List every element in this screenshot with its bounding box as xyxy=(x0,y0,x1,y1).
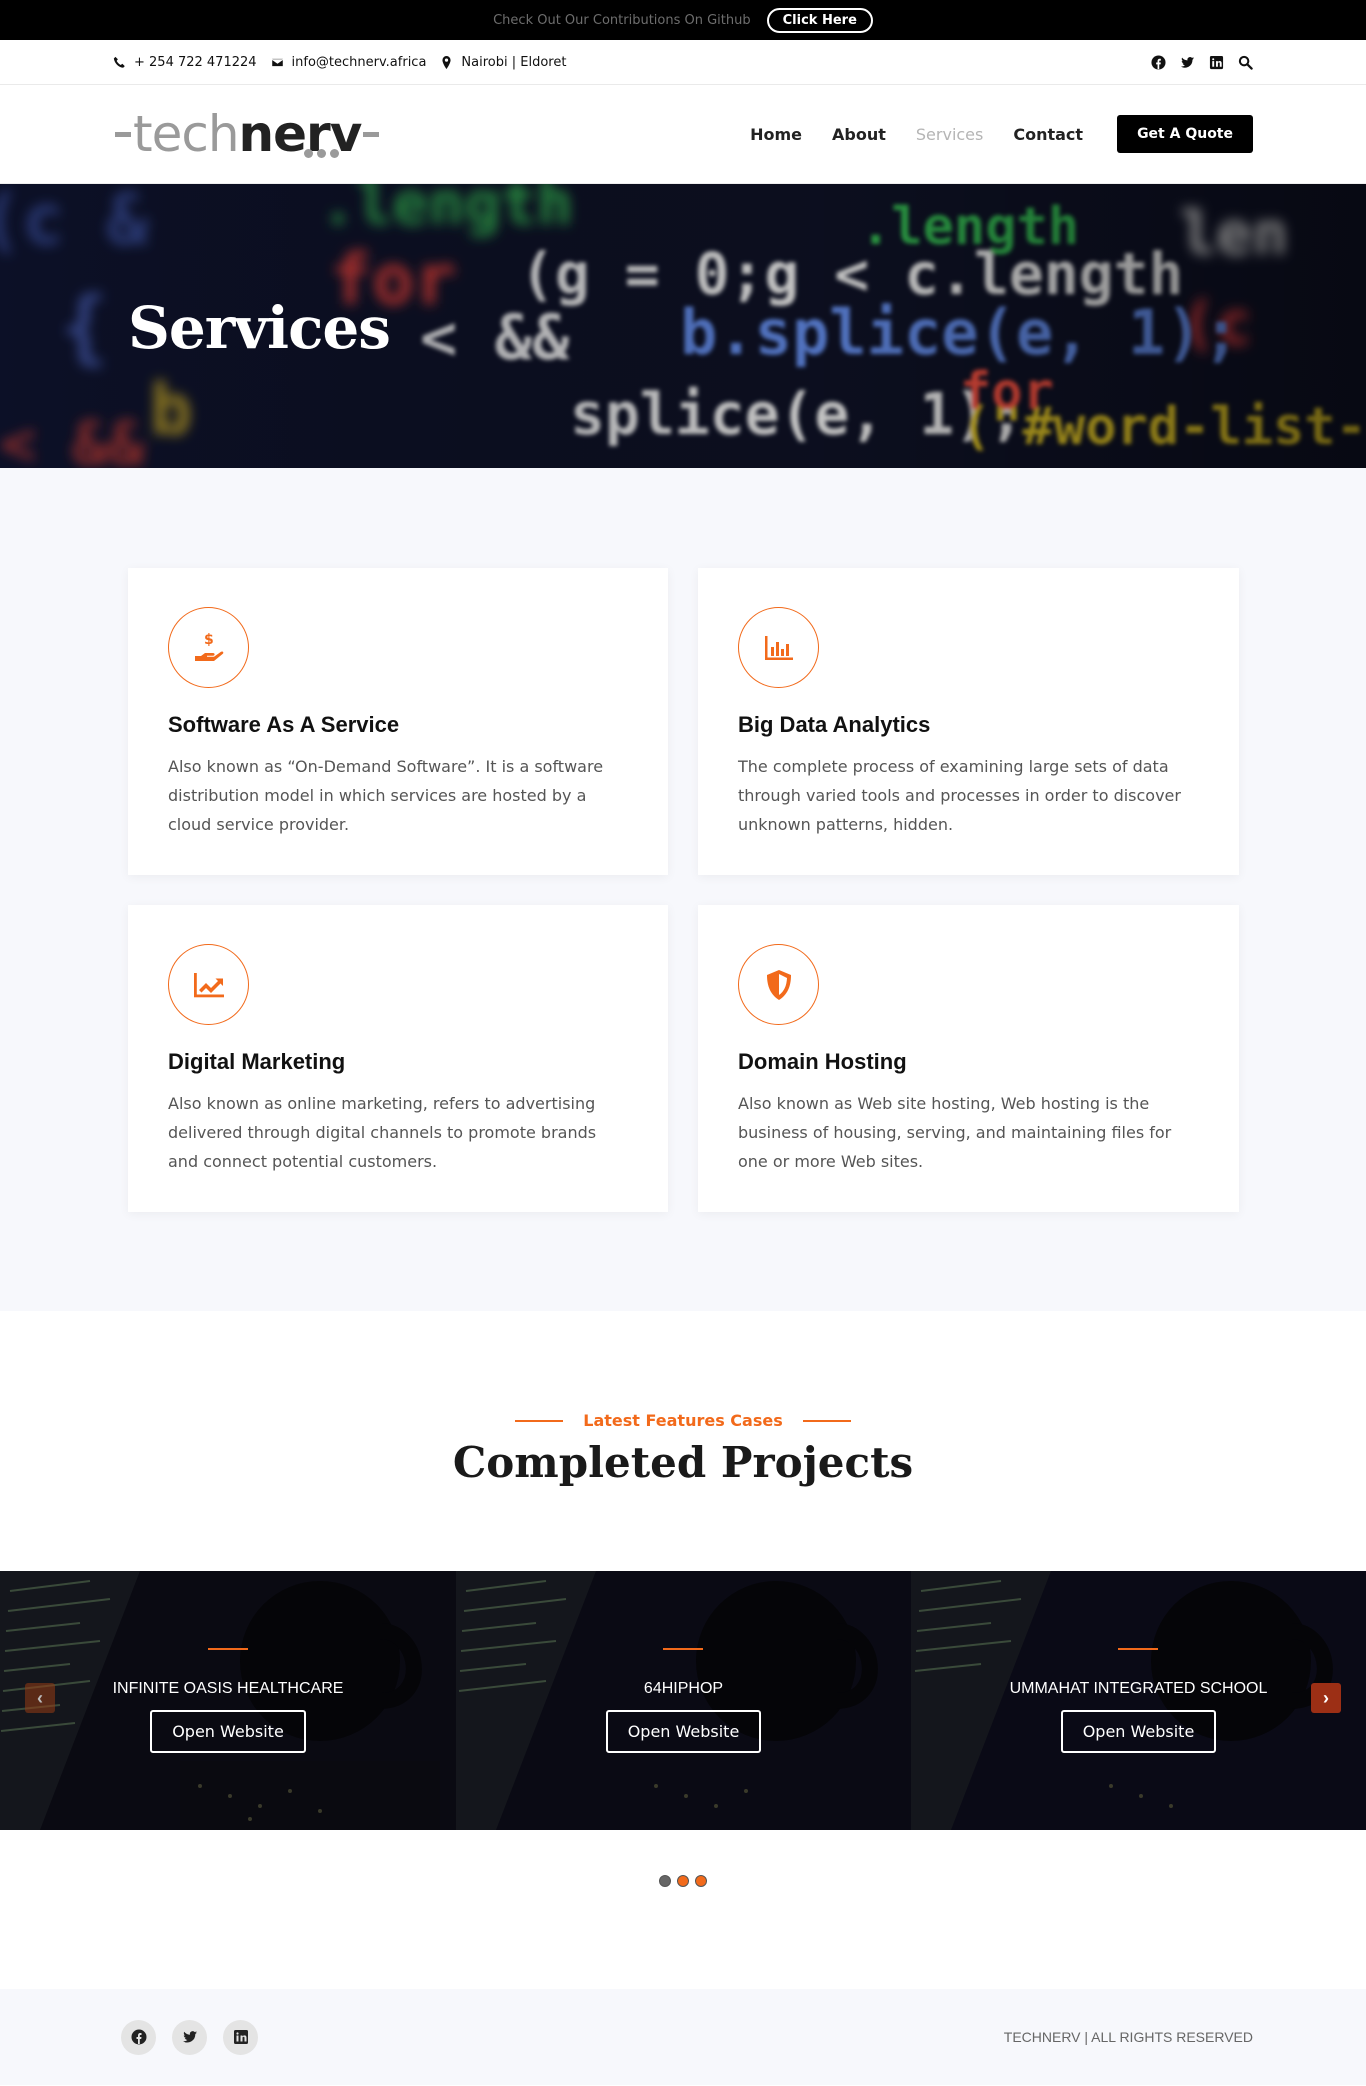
card-description: Also known as Web site hosting, Web host… xyxy=(738,1094,1172,1171)
project-title: UMMAHAT INTEGRATED SCHOOL xyxy=(1009,1680,1268,1697)
card-description: Also known as “On-Demand Software”. It i… xyxy=(168,757,604,834)
shield-icon xyxy=(766,969,791,1000)
eyebrow-text: Latest Features Cases xyxy=(583,1411,783,1430)
project-slide: INFINITE OASIS HEALTHCARE Open Website xyxy=(0,1571,456,1830)
page-title: Services xyxy=(128,294,391,362)
section-eyebrow: Latest Features Cases xyxy=(0,1411,1366,1430)
footer-linkedin-link[interactable] xyxy=(223,2019,258,2055)
card-icon-circle xyxy=(738,607,819,688)
svg-text:$: $ xyxy=(204,632,214,648)
card-title: Software As A Service xyxy=(168,712,400,737)
hand-dollar-icon: $ xyxy=(194,632,223,661)
logo-tech: tech xyxy=(133,105,240,163)
facebook-icon[interactable] xyxy=(1151,54,1166,70)
nav-about[interactable]: About xyxy=(832,125,886,144)
open-website-button[interactable]: Open Website xyxy=(150,1710,306,1753)
site-footer: TECHNERV | ALL RIGHTS RESERVED xyxy=(0,1989,1366,2085)
services-section: $ Software As A Service Also known as “O… xyxy=(0,468,1366,1311)
linkedin-icon xyxy=(233,2030,248,2044)
email-address: info@technerv.africa xyxy=(291,54,427,70)
card-title: Domain Hosting xyxy=(738,1049,907,1074)
phone-icon xyxy=(113,56,125,68)
project-slide: 64HIPHOP Open Website xyxy=(456,1571,911,1830)
nav-services[interactable]: Services xyxy=(916,125,983,144)
footer-twitter-link[interactable] xyxy=(172,2019,207,2055)
email-contact[interactable]: info@technerv.africa xyxy=(270,54,427,70)
footer-social-links xyxy=(121,2019,258,2055)
bar-chart-icon xyxy=(764,635,793,660)
map-pin-icon xyxy=(442,55,451,69)
eyebrow-line-left xyxy=(515,1419,564,1422)
open-website-button[interactable]: Open Website xyxy=(1060,1710,1217,1753)
nav-contact[interactable]: Contact xyxy=(1013,125,1083,144)
carousel-dot[interactable] xyxy=(659,1875,671,1887)
main-header: tech nerv Home About Services Contact Get… xyxy=(0,85,1366,184)
carousel-dot[interactable] xyxy=(677,1875,689,1887)
nav-home[interactable]: Home xyxy=(750,125,802,144)
card-icon-circle: $ xyxy=(168,607,249,688)
announcement-bar: Check Out Our Contributions On Github Cl… xyxy=(0,0,1366,40)
twitter-icon[interactable] xyxy=(1180,55,1195,70)
card-description: Also known as online marketing, refers t… xyxy=(168,1094,597,1171)
twitter-icon xyxy=(182,2031,197,2043)
location-text: Nairobi | Eldoret xyxy=(461,54,567,70)
facebook-icon xyxy=(131,2029,146,2045)
open-website-button[interactable]: Open Website xyxy=(605,1710,762,1753)
slide-accent-line xyxy=(663,1648,704,1650)
search-icon[interactable] xyxy=(1238,55,1253,70)
card-title: Digital Marketing xyxy=(168,1049,346,1074)
service-card-big-data: Big Data Analytics The complete process … xyxy=(698,568,1239,875)
project-title: 64HIPHOP xyxy=(643,1680,724,1697)
card-icon-circle xyxy=(168,944,249,1025)
envelope-icon xyxy=(270,57,284,67)
contact-strip: + 254 722 471224 info@technerv.africa Na… xyxy=(0,40,1366,85)
carousel-next-button[interactable]: › xyxy=(1311,1683,1341,1713)
page-hero: (c & .length { for b < && len (c (g = 0;… xyxy=(0,184,1366,468)
eyebrow-line-right xyxy=(802,1419,851,1422)
card-description: The complete process of examining large … xyxy=(738,757,1181,834)
slide-accent-line xyxy=(1118,1648,1159,1650)
carousel-prev-button[interactable]: ‹ xyxy=(25,1683,55,1713)
click-here-button[interactable]: Click Here xyxy=(766,7,873,33)
service-card-domain-hosting: Domain Hosting Also known as Web site ho… xyxy=(698,905,1239,1212)
get-a-quote-button[interactable]: Get A Quote xyxy=(1117,115,1253,153)
carousel-dot[interactable] xyxy=(695,1875,707,1887)
copyright-text: TECHNERV | ALL RIGHTS RESERVED xyxy=(1003,2029,1253,2045)
phone-contact[interactable]: + 254 722 471224 xyxy=(113,55,257,70)
service-card-saas: $ Software As A Service Also known as “O… xyxy=(128,568,668,875)
card-icon-circle xyxy=(738,944,819,1025)
footer-facebook-link[interactable] xyxy=(121,2019,156,2055)
projects-carousel: INFINITE OASIS HEALTHCARE Open Website 6… xyxy=(0,1571,1366,1830)
carousel-pagination xyxy=(0,1830,1366,1989)
service-card-digital-marketing: Digital Marketing Also known as online m… xyxy=(128,905,668,1212)
linkedin-icon[interactable] xyxy=(1209,55,1224,70)
trend-chart-icon xyxy=(193,972,224,997)
projects-section-header: Latest Features Cases Completed Projects xyxy=(0,1311,1366,1571)
announcement-text: Check Out Our Contributions On Github xyxy=(493,12,751,28)
location-contact: Nairobi | Eldoret xyxy=(440,55,566,70)
card-title: Big Data Analytics xyxy=(738,712,931,737)
logo-nerv: nerv xyxy=(238,105,363,163)
project-title: INFINITE OASIS HEALTHCARE xyxy=(112,1680,344,1697)
phone-number: + 254 722 471224 xyxy=(134,54,257,70)
main-nav: Home About Services Contact Get A Quote xyxy=(750,115,1253,153)
technerv-logo[interactable]: tech nerv xyxy=(113,104,381,164)
project-slide: UMMAHAT INTEGRATED SCHOOL Open Website xyxy=(911,1571,1366,1830)
section-title: Completed Projects xyxy=(452,1438,914,1487)
slide-accent-line xyxy=(207,1648,248,1650)
